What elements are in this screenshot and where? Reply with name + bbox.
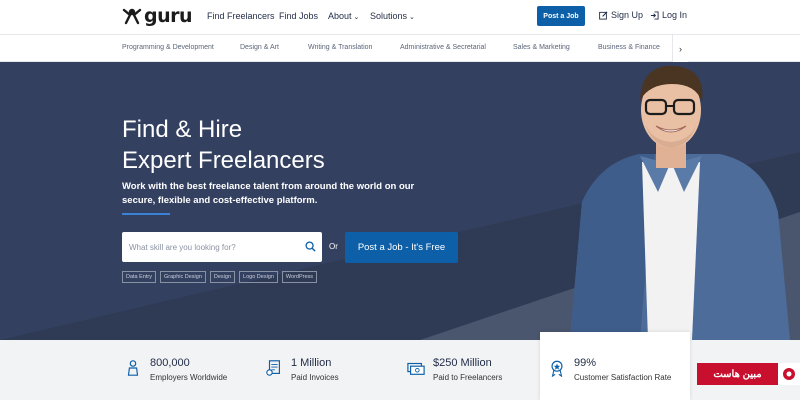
post-job-free-button[interactable]: Post a Job - It's Free — [345, 232, 458, 263]
chevron-down-icon: ⌄ — [409, 14, 415, 21]
tag-design[interactable]: Design — [209, 271, 236, 283]
log-in-link[interactable]: Log In — [650, 10, 687, 20]
search-icon[interactable] — [305, 241, 316, 252]
skill-search — [122, 232, 322, 262]
skill-search-input[interactable] — [122, 232, 302, 262]
nav-about[interactable]: About ⌄ — [328, 11, 359, 21]
stat-paid: $250 Million Paid to Freelancers — [407, 357, 502, 382]
log-in-label: Log In — [662, 10, 688, 20]
hero-title-line2: Expert Freelancers — [122, 147, 325, 174]
logo-text: guru — [144, 5, 193, 27]
nav-solutions[interactable]: Solutions ⌄ — [370, 11, 415, 21]
award-icon — [551, 360, 563, 377]
stat-invoices-label: Paid Invoices — [291, 373, 339, 382]
nav-find-freelancers[interactable]: Find Freelancers — [207, 11, 275, 21]
stat-paid-number: $250 Million — [433, 357, 492, 369]
stat-paid-label: Paid to Freelancers — [433, 373, 503, 382]
hero-title: Find & Hire Expert Freelancers — [122, 114, 325, 176]
hero-subtitle: Work with the best freelance talent from… — [122, 181, 415, 206]
post-job-button[interactable]: Post a Job — [537, 6, 585, 26]
category-writing[interactable]: Writing & Translation — [308, 44, 372, 51]
stat-satisfaction: 99% Customer Satisfaction Rate — [548, 357, 671, 382]
category-design[interactable]: Design & Art — [240, 44, 279, 51]
nav-solutions-label: Solutions — [370, 11, 408, 21]
guru-logo[interactable]: guru — [122, 5, 193, 27]
hero-title-line1: Find & Hire — [122, 116, 243, 143]
watermark-text: مبین هاست — [697, 363, 778, 385]
hero-person-image — [570, 65, 790, 340]
stat-invoices-number: 1 Million — [291, 357, 332, 369]
money-icon — [407, 362, 425, 375]
or-label: Or — [329, 242, 338, 251]
chevron-right-icon[interactable]: › — [672, 35, 688, 62]
stat-employers: 800,000 Employers Worldwide — [124, 357, 227, 382]
nav-find-jobs[interactable]: Find Jobs — [279, 11, 318, 21]
hero-section: Find & Hire Expert Freelancers Work with… — [0, 62, 800, 340]
category-bar: Programming & Development Design & Art W… — [0, 34, 800, 62]
stat-employers-number: 800,000 — [150, 357, 190, 369]
tag-data-entry[interactable]: Data Entry — [122, 271, 156, 283]
watermark-badge: مبین هاست — [697, 363, 800, 385]
sign-up-link[interactable]: Sign Up — [599, 10, 643, 20]
category-business[interactable]: Business & Finance — [598, 44, 660, 51]
employer-icon — [127, 360, 139, 376]
guru-logo-icon — [122, 8, 142, 25]
stat-satisfaction-label: Customer Satisfaction Rate — [574, 373, 672, 382]
tag-logo-design[interactable]: Logo Design — [239, 271, 278, 283]
top-navigation: guru Find Freelancers Find Jobs About ⌄ S… — [0, 0, 800, 34]
stat-employers-label: Employers Worldwide — [150, 373, 228, 382]
edit-icon — [599, 11, 608, 20]
tag-wordpress[interactable]: WordPress — [281, 271, 318, 283]
login-icon — [650, 10, 659, 20]
stat-satisfaction-number: 99% — [574, 357, 597, 369]
invoice-icon — [266, 360, 280, 376]
sign-up-label: Sign Up — [611, 10, 644, 20]
watermark-logo-icon — [778, 363, 800, 385]
popular-tags: Data Entry Graphic Design Design Logo De… — [122, 271, 318, 283]
divider — [122, 213, 170, 215]
nav-about-label: About — [328, 11, 352, 21]
tag-graphic-design[interactable]: Graphic Design — [159, 271, 206, 283]
stat-invoices: 1 Million Paid Invoices — [265, 357, 339, 382]
category-administrative[interactable]: Administrative & Secretarial — [400, 44, 486, 51]
category-sales[interactable]: Sales & Marketing — [513, 44, 570, 51]
category-programming[interactable]: Programming & Development — [122, 44, 214, 51]
chevron-down-icon: ⌄ — [353, 14, 360, 21]
